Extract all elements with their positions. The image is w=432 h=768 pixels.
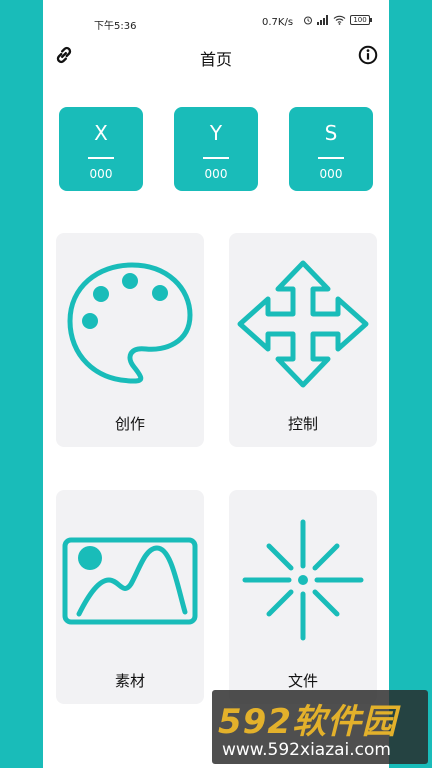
wifi-icon [333,15,346,25]
coord-x-label: X [94,121,108,145]
coord-s-label: S [324,121,338,145]
page-title: 首页 [199,50,232,69]
status-icons: 100 [303,15,372,25]
title-bar: 首页 [43,40,389,70]
control-card[interactable]: 控制 [229,233,377,447]
create-card-label: 创作 [114,415,145,433]
material-card[interactable]: 素材 [56,490,204,704]
coord-y-value: 000 [204,167,228,181]
watermark-url: www.592xiazai.com [222,740,391,760]
divider [318,157,344,159]
coord-x-box: X 000 [59,107,143,191]
create-card[interactable]: 创作 [56,233,204,447]
alarm-icon [304,16,312,25]
coord-s-value: 000 [319,167,343,181]
info-icon[interactable] [357,44,379,66]
file-card-label: 文件 [287,672,318,690]
network-speed: 0.7K/s [262,17,294,28]
coord-y-label: Y [209,121,223,145]
coord-y-box: Y 000 [174,107,258,191]
divider [88,157,114,159]
app-screen: 下午5:36 0.7K/s 100 首页 X 000 Y 000 S 000 创… [43,0,389,768]
battery-icon: 100 [350,15,372,25]
move-arrows-icon [237,260,369,388]
material-card-label: 素材 [114,672,145,690]
watermark-brand: 592软件园 [218,702,397,742]
file-card[interactable]: 文件 [229,490,377,704]
image-icon [62,537,198,625]
signal-icon [317,15,328,25]
burst-icon [242,519,364,641]
palette-icon [67,262,193,384]
watermark: 592软件园 www.592xiazai.com [212,690,428,764]
status-time: 下午5:36 [94,21,137,32]
control-card-label: 控制 [287,415,318,433]
divider [203,157,229,159]
coord-s-box: S 000 [289,107,373,191]
coord-x-value: 000 [89,167,113,181]
status-bar: 下午5:36 0.7K/s 100 [43,14,389,32]
